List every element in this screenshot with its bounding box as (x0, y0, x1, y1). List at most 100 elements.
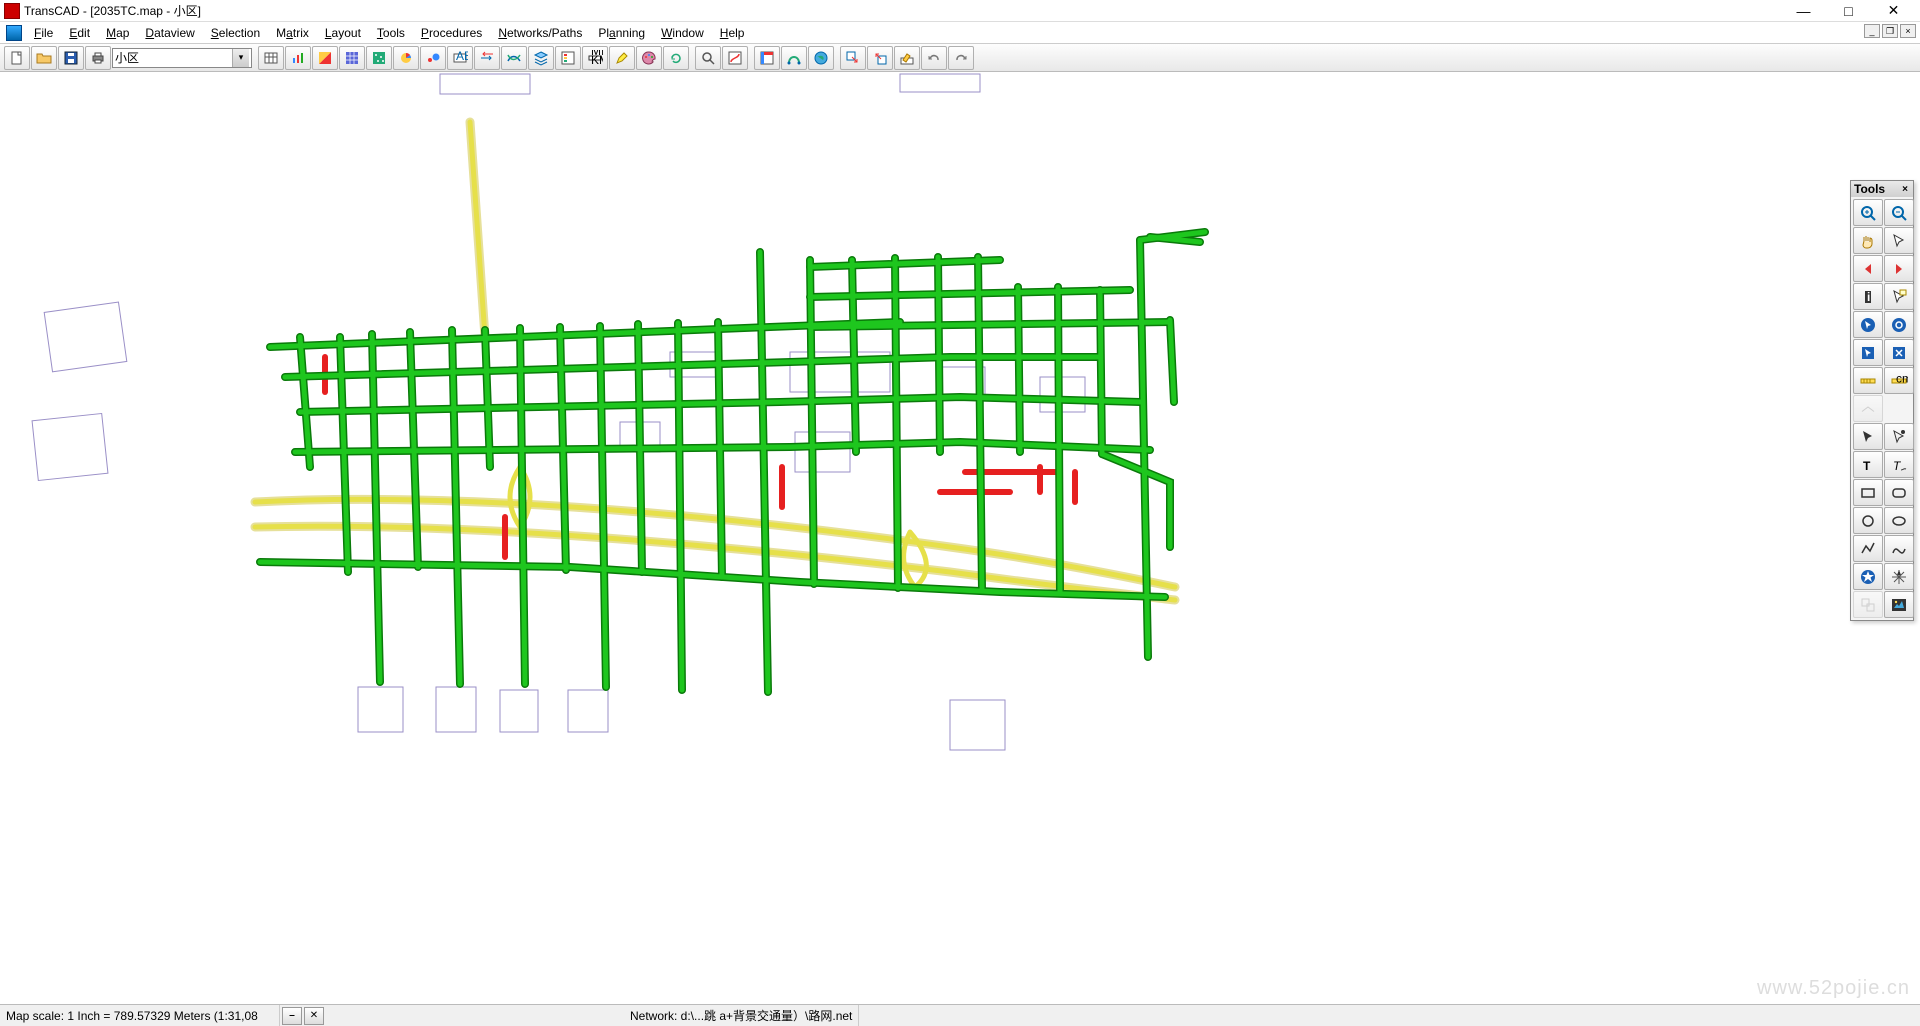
refresh-button[interactable] (663, 46, 689, 70)
chart-button[interactable] (285, 46, 311, 70)
select-point-tool[interactable] (1853, 311, 1883, 338)
theme-chart-button[interactable] (393, 46, 419, 70)
matrix-button[interactable] (754, 46, 780, 70)
status-scale-lock-button[interactable]: ✕ (304, 1007, 324, 1025)
layer-dropdown[interactable]: 小区 (112, 48, 252, 68)
svg-text:cm: cm (1896, 372, 1908, 386)
mdi-minimize[interactable]: _ (1864, 24, 1880, 38)
select-rect-tool[interactable] (1853, 339, 1883, 366)
arrow-tool[interactable] (1853, 423, 1883, 450)
status-scale-text: Map scale: 1 Inch = 789.57329 Meters (1:… (6, 1009, 258, 1023)
print-button[interactable] (85, 46, 111, 70)
svg-text:T: T (1893, 459, 1902, 473)
freehand-text-tool[interactable]: T (1884, 451, 1914, 478)
status-scale-set-button[interactable]: ⎯ (282, 1007, 302, 1025)
status-network-text: Network: d:\...跳 a+背景交通量）\路网.net (630, 1007, 852, 1024)
tools-palette: Tools × i cm T T (1850, 180, 1914, 621)
ruler-tool[interactable]: cm (1884, 367, 1914, 394)
edit-layer-button[interactable] (894, 46, 920, 70)
menu-dataview[interactable]: Dataview (137, 24, 202, 42)
prev-view-tool[interactable] (1853, 255, 1883, 282)
ellipse-tool[interactable] (1884, 507, 1914, 534)
theme-scaled-button[interactable] (420, 46, 446, 70)
menu-matrix[interactable]: Matrix (268, 24, 317, 42)
theme-color-button[interactable] (312, 46, 338, 70)
label-tool[interactable] (1884, 283, 1914, 310)
palette-button[interactable] (636, 46, 662, 70)
app-icon (4, 3, 20, 19)
pointer-tool[interactable] (1884, 227, 1914, 254)
group-tool[interactable] (1853, 591, 1883, 618)
curve-tool[interactable] (1884, 535, 1914, 562)
svg-text:AB: AB (456, 50, 468, 63)
find-button[interactable] (695, 46, 721, 70)
svg-text:T: T (1863, 459, 1871, 473)
mdi-controls: _ ❐ × (1864, 24, 1916, 38)
layer-dropdown-value: 小区 (115, 49, 139, 66)
scale-button[interactable]: MIKM (582, 46, 608, 70)
desire-lines-button[interactable] (781, 46, 807, 70)
menu-edit[interactable]: Edit (61, 24, 98, 42)
compass-tool[interactable] (1884, 563, 1914, 590)
polyline-tool[interactable] (1853, 535, 1883, 562)
theme-pattern-button[interactable] (339, 46, 365, 70)
menu-layout[interactable]: Layout (317, 24, 369, 42)
menu-window[interactable]: Window (653, 24, 712, 42)
menu-selection[interactable]: Selection (203, 24, 268, 42)
image-tool[interactable] (1884, 591, 1914, 618)
roads-outline (260, 232, 1205, 692)
mdi-restore[interactable]: ❐ (1882, 24, 1898, 38)
menu-procedures[interactable]: Procedures (413, 24, 490, 42)
measure-tool[interactable] (1853, 367, 1883, 394)
tools-palette-close-icon[interactable]: × (1900, 184, 1910, 195)
pan-tool[interactable] (1853, 227, 1883, 254)
rounded-rect-tool[interactable] (1884, 479, 1914, 506)
flow-button[interactable] (501, 46, 527, 70)
select-poly-tool[interactable] (1884, 339, 1914, 366)
save-button[interactable] (58, 46, 84, 70)
tools-palette-title[interactable]: Tools × (1851, 181, 1913, 197)
app-menu-icon (6, 25, 22, 41)
arrows-button[interactable] (474, 46, 500, 70)
menu-networks-paths[interactable]: Networks/Paths (490, 24, 590, 42)
zoom-out-tool[interactable] (1884, 199, 1914, 226)
layers-button[interactable] (528, 46, 554, 70)
new-button[interactable] (4, 46, 30, 70)
star-tool[interactable] (1853, 563, 1883, 590)
main-toolbar: 小区 AB MIKM (0, 44, 1920, 72)
status-scale: Map scale: 1 Inch = 789.57329 Meters (1:… (0, 1005, 280, 1026)
svg-text:i: i (1867, 290, 1870, 304)
rectangle-tool[interactable] (1853, 479, 1883, 506)
open-button[interactable] (31, 46, 57, 70)
circle-tool[interactable] (1853, 507, 1883, 534)
info-tool[interactable]: i (1853, 283, 1883, 310)
redo-button[interactable] (948, 46, 974, 70)
legend-button[interactable] (555, 46, 581, 70)
edit-arrow-tool[interactable] (1884, 423, 1914, 450)
menu-help[interactable]: Help (712, 24, 753, 42)
window-title: TransCAD - [2035TC.map - 小区] (24, 2, 1781, 19)
world-button[interactable] (808, 46, 834, 70)
dataview-button[interactable] (258, 46, 284, 70)
select-out-button[interactable] (867, 46, 893, 70)
select-circle-tool[interactable] (1884, 311, 1914, 338)
label-button[interactable]: AB (447, 46, 473, 70)
select-in-button[interactable] (840, 46, 866, 70)
menu-map[interactable]: Map (98, 24, 137, 42)
maximize-button[interactable]: □ (1826, 1, 1871, 21)
menu-planning[interactable]: Planning (590, 24, 653, 42)
map-canvas[interactable] (0, 72, 1920, 1004)
highlighter-button[interactable] (609, 46, 635, 70)
theme-dot-button[interactable] (366, 46, 392, 70)
undo-button[interactable] (921, 46, 947, 70)
snap-tool (1853, 395, 1883, 422)
zoom-in-tool[interactable] (1853, 199, 1883, 226)
menu-file[interactable]: File (26, 24, 61, 42)
menu-tools[interactable]: Tools (369, 24, 413, 42)
route-button[interactable] (722, 46, 748, 70)
close-button[interactable]: ✕ (1871, 1, 1916, 21)
mdi-close[interactable]: × (1900, 24, 1916, 38)
next-view-tool[interactable] (1884, 255, 1914, 282)
minimize-button[interactable]: — (1781, 1, 1826, 21)
text-tool[interactable]: T (1853, 451, 1883, 478)
